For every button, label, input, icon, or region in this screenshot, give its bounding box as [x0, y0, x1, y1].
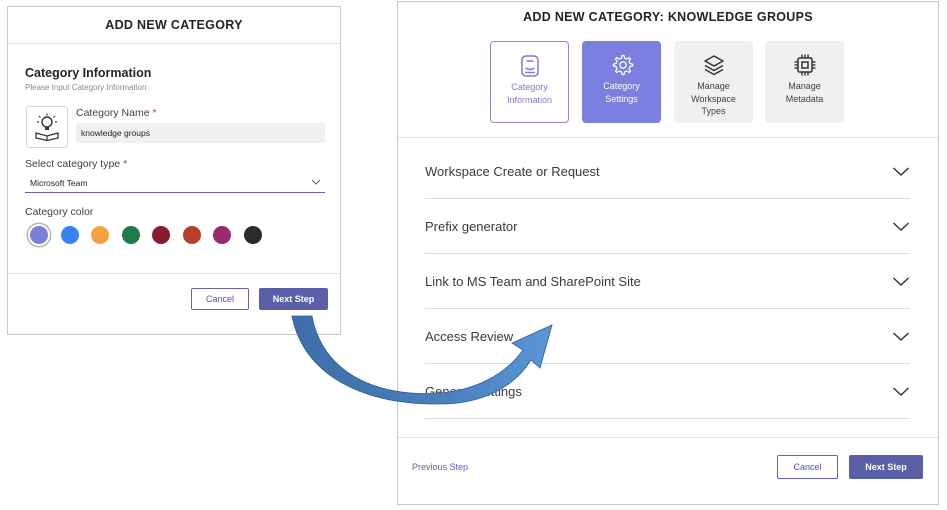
color-swatch[interactable] [243, 226, 262, 244]
step-label: Types [701, 106, 726, 116]
chevron-down-icon [893, 386, 909, 396]
layers-icon [703, 55, 724, 76]
section-label: General Settings [425, 383, 522, 399]
lightbulb-book-icon [35, 113, 59, 142]
footer-divider [8, 273, 340, 274]
previous-step-link[interactable]: Previous Step [412, 462, 468, 472]
section-general-settings[interactable]: General Settings [425, 364, 910, 419]
category-type-value: Microsoft Team [30, 178, 88, 188]
dialog-title: ADD NEW CATEGORY: KNOWLEDGE GROUPS [523, 10, 813, 24]
step-label: Manage [788, 81, 821, 91]
color-swatch[interactable] [213, 226, 231, 244]
chevron-down-icon [311, 179, 321, 185]
section-label: Prefix generator [425, 218, 518, 234]
step-manage-workspace-types[interactable]: Manage Workspace Types [674, 41, 753, 123]
step-label: Workspace [691, 93, 736, 104]
section-prefix-generator[interactable]: Prefix generator [425, 199, 910, 254]
section-subtitle: Please Input Category Information [25, 83, 147, 92]
category-name-input[interactable] [76, 123, 325, 143]
category-settings-dialog: ADD NEW CATEGORY: KNOWLEDGE GROUPS Categ… [397, 1, 939, 505]
color-swatch[interactable] [91, 226, 109, 244]
step-category-information[interactable]: Category Information [490, 41, 569, 123]
section-label: Access Review [425, 328, 514, 344]
chevron-down-icon [893, 221, 909, 231]
category-name-label-text: Category Name [76, 107, 150, 119]
color-swatch[interactable] [121, 226, 140, 244]
steps-divider [398, 137, 938, 138]
chevron-down-icon [893, 331, 909, 341]
section-workspace-create-or-request[interactable]: Workspace Create or Request [425, 144, 910, 199]
section-access-review[interactable]: Access Review [425, 309, 910, 364]
section-label: Workspace Create or Request [425, 163, 600, 179]
section-title: Category Information [25, 66, 152, 80]
add-category-dialog: ADD NEW CATEGORY Category Information Pl… [7, 6, 341, 335]
step-manage-metadata[interactable]: Manage Metadata [765, 41, 844, 123]
color-swatch[interactable] [30, 226, 48, 244]
required-mark: * [123, 158, 128, 170]
category-icon-picker[interactable] [26, 106, 68, 148]
chevron-down-icon [893, 276, 909, 286]
chip-icon [794, 54, 815, 76]
dialog-title: ADD NEW CATEGORY [8, 7, 340, 44]
category-type-select[interactable]: Microsoft Team [25, 176, 325, 193]
cancel-button[interactable]: Cancel [191, 288, 249, 310]
step-label: Settings [605, 93, 638, 104]
next-step-button[interactable]: Next Step [259, 288, 328, 310]
step-label: Manage [697, 81, 730, 91]
color-swatch[interactable] [152, 226, 170, 244]
step-label: Category [511, 82, 548, 92]
step-label: Information [506, 94, 553, 105]
badge-icon [520, 55, 539, 77]
next-step-button[interactable]: Next Step [849, 455, 923, 479]
footer-divider [398, 437, 938, 438]
category-name-label: Category Name * [76, 107, 157, 119]
step-label: Category [603, 81, 640, 91]
step-category-settings[interactable]: Category Settings [582, 41, 661, 123]
gear-icon [612, 54, 633, 76]
cancel-button[interactable]: Cancel [777, 455, 838, 479]
color-swatch[interactable] [60, 226, 79, 244]
section-label: Link to MS Team and SharePoint Site [425, 273, 641, 289]
required-mark: * [152, 107, 157, 119]
section-link-to-ms-team[interactable]: Link to MS Team and SharePoint Site [425, 254, 910, 309]
category-type-label: Select category type * [25, 158, 127, 170]
step-label: Metadata [785, 93, 824, 104]
color-swatch[interactable] [182, 226, 201, 244]
chevron-down-icon [893, 166, 909, 176]
category-color-label: Category color [25, 206, 94, 218]
category-type-label-text: Select category type [25, 158, 121, 170]
